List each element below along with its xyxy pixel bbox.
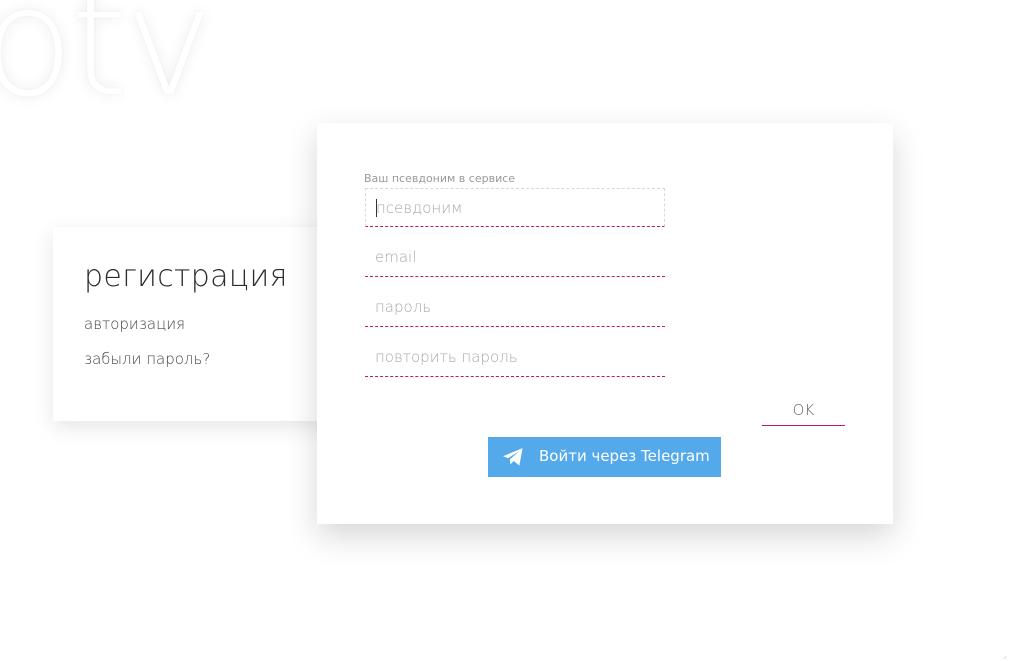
page-title: регистрация	[84, 259, 288, 294]
repeat-password-input[interactable]	[365, 338, 665, 376]
repeat-password-field-wrapper	[365, 338, 665, 377]
background-logo: otv	[0, 0, 213, 130]
password-input[interactable]	[365, 288, 665, 326]
nickname-field-wrapper	[365, 188, 665, 227]
password-field-wrapper	[365, 288, 665, 327]
ok-button[interactable]: OK	[762, 394, 845, 426]
registration-form: Ваш псевдоним в сервисе OK Войти через T…	[317, 123, 893, 524]
forgot-password-link[interactable]: забыли пароль?	[84, 350, 210, 368]
telegram-button-label: Войти через Telegram	[539, 447, 710, 465]
nickname-caption: Ваш псевдоним в сервисе	[364, 172, 516, 185]
email-field-wrapper	[365, 238, 665, 277]
email-input[interactable]	[365, 238, 665, 276]
login-link[interactable]: авторизация	[84, 315, 185, 333]
telegram-login-button[interactable]: Войти через Telegram	[488, 437, 721, 477]
page: otv регистрация авторизация забыли парол…	[0, 0, 1009, 661]
paper-plane-icon	[503, 448, 523, 466]
auth-menu-card: регистрация авторизация забыли пароль?	[53, 227, 333, 421]
corner-mark: ⌟	[1003, 652, 1007, 660]
nickname-input[interactable]	[366, 189, 664, 226]
text-cursor	[376, 199, 377, 217]
